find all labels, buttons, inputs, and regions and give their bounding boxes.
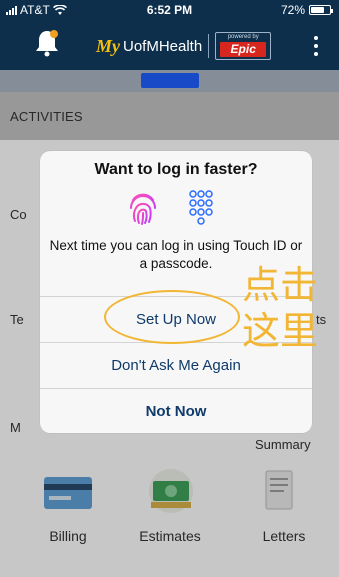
annotation-text: 点击 这里 (242, 262, 318, 354)
powered-by-label: powered by (227, 34, 259, 40)
not-now-button[interactable]: Not Now (40, 388, 312, 433)
app-header: My UofMHealth powered by Epic (0, 20, 339, 70)
brand-logo: My UofMHealth powered by Epic (96, 32, 272, 60)
dialog-title: Want to log in faster? (94, 161, 258, 178)
bell-icon[interactable] (34, 28, 60, 58)
passcode-keypad-icon (189, 190, 213, 225)
brand-divider (208, 34, 210, 58)
more-vertical-icon[interactable] (313, 36, 319, 56)
epic-wordmark: Epic (220, 42, 267, 57)
annotation-circle (104, 290, 240, 344)
brand-name: UofMHealth (123, 37, 203, 55)
epic-logo: powered by Epic (215, 32, 272, 60)
battery-percent: 72% (280, 3, 305, 17)
battery-icon (309, 5, 333, 15)
battery-group: 72% (280, 3, 333, 17)
annotation-line-1: 点击 (242, 263, 319, 307)
status-bar: AT&T 6:52 PM 72% (0, 0, 339, 20)
fingerprint-icon (130, 193, 156, 225)
annotation-line-2: 这里 (242, 309, 319, 353)
brand-my: My (96, 35, 120, 56)
